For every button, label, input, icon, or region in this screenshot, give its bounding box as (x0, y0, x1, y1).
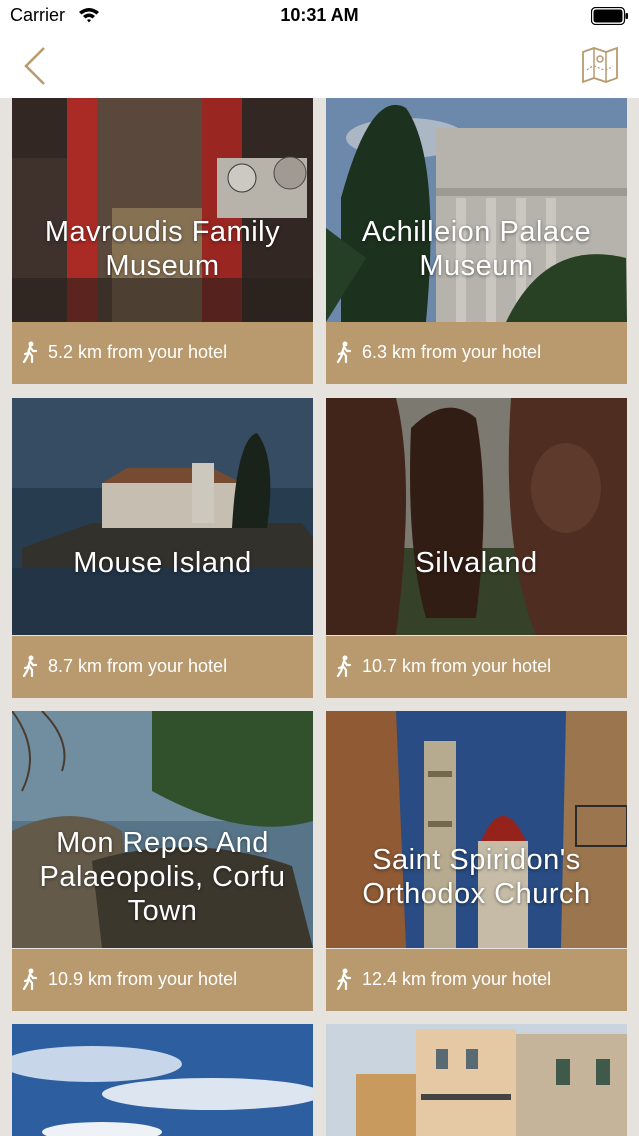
walking-person-icon (22, 655, 40, 682)
distance-label: 12.4 km from your hotel (362, 969, 552, 989)
attraction-image (12, 98, 313, 322)
attraction-title: Saint Spiridon's Orthodox Church (362, 844, 591, 910)
distance-bar: 12.4 km from your hotel (326, 949, 627, 1011)
distance-label: 10.9 km from your hotel (48, 969, 238, 989)
map-icon (582, 46, 618, 84)
distance-bar: 10.9 km from your hotel (12, 949, 313, 1011)
attraction-title: Mavroudis Family Museum (44, 216, 281, 282)
distance-bar: 6.3 km from your hotel (326, 322, 627, 384)
attraction-image (326, 398, 627, 635)
distance-label: 8.7 km from your hotel (48, 656, 228, 676)
distance-bar: 5.2 km from your hotel (12, 322, 313, 384)
distance-label: 6.3 km from your hotel (362, 342, 542, 362)
distance-bar: 10.7 km from your hotel (326, 636, 627, 698)
attraction-title: Silvaland (415, 547, 538, 579)
status-time: 10:31 AM (280, 5, 359, 25)
attractions-grid: Mavroudis Family Museum 5.2 km from your… (0, 98, 639, 1136)
distance-label: 10.7 km from your hotel (362, 656, 552, 676)
attraction-image (326, 98, 627, 322)
attraction-image (12, 1024, 313, 1136)
navigation-bar (0, 34, 639, 98)
attraction-image (326, 711, 627, 948)
attraction-title: Mouse Island (73, 547, 252, 579)
attraction-title: Mon Repos And Palaeopolis, Corfu Town (39, 827, 286, 927)
walking-person-icon (336, 655, 354, 682)
attraction-image (12, 398, 313, 635)
battery-icon (590, 6, 629, 30)
back-button[interactable] (22, 44, 50, 88)
walking-person-icon (336, 968, 354, 995)
distance-label: 5.2 km from your hotel (48, 342, 228, 362)
map-button[interactable] (581, 46, 619, 84)
chevron-left-icon (24, 47, 45, 85)
walking-person-icon (336, 341, 354, 368)
walking-person-icon (22, 341, 40, 368)
attraction-title: Achilleion Palace Museum (361, 216, 592, 282)
distance-bar: 8.7 km from your hotel (12, 636, 313, 698)
status-bar: Carrier 10:31 AM (0, 0, 639, 34)
attraction-image (326, 1024, 627, 1136)
walking-person-icon (22, 968, 40, 995)
